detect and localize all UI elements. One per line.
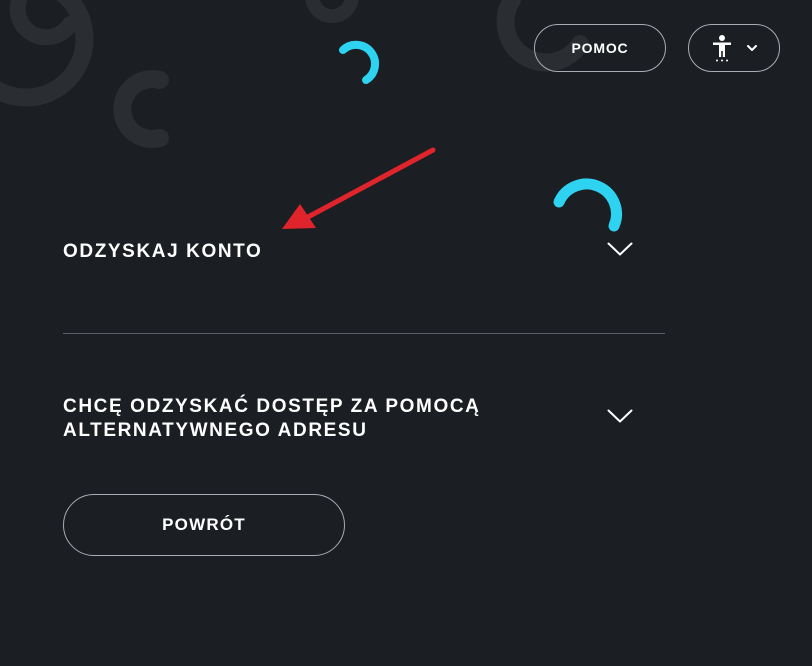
accordion-alternative-address[interactable]: CHCĘ ODZYSKAĆ DOSTĘP ZA POMOCĄ ALTERNATY… <box>63 395 665 445</box>
help-button-label: POMOC <box>571 40 629 56</box>
accordion-title: CHCĘ ODZYSKAĆ DOSTĘP ZA POMOCĄ ALTERNATY… <box>63 396 481 441</box>
back-button-label: POWRÓT <box>162 515 246 534</box>
accordion-recover-account[interactable]: ODZYSKAJ KONTO <box>63 240 665 266</box>
back-button[interactable]: POWRÓT <box>63 494 345 556</box>
accordion-title: ODZYSKAJ KONTO <box>63 241 263 262</box>
section-divider <box>63 333 665 334</box>
chevron-down-icon <box>607 242 633 256</box>
help-button[interactable]: POMOC <box>534 24 666 72</box>
chevron-down-icon <box>607 409 633 423</box>
accessibility-button[interactable] <box>688 24 780 72</box>
accessibility-person-icon <box>713 35 731 62</box>
account-recovery-page: POMOC ODZYSKAJ KONTO CHCĘ ODZYSKAĆ DOSTĘ… <box>0 0 812 666</box>
chevron-down-icon <box>747 45 757 51</box>
